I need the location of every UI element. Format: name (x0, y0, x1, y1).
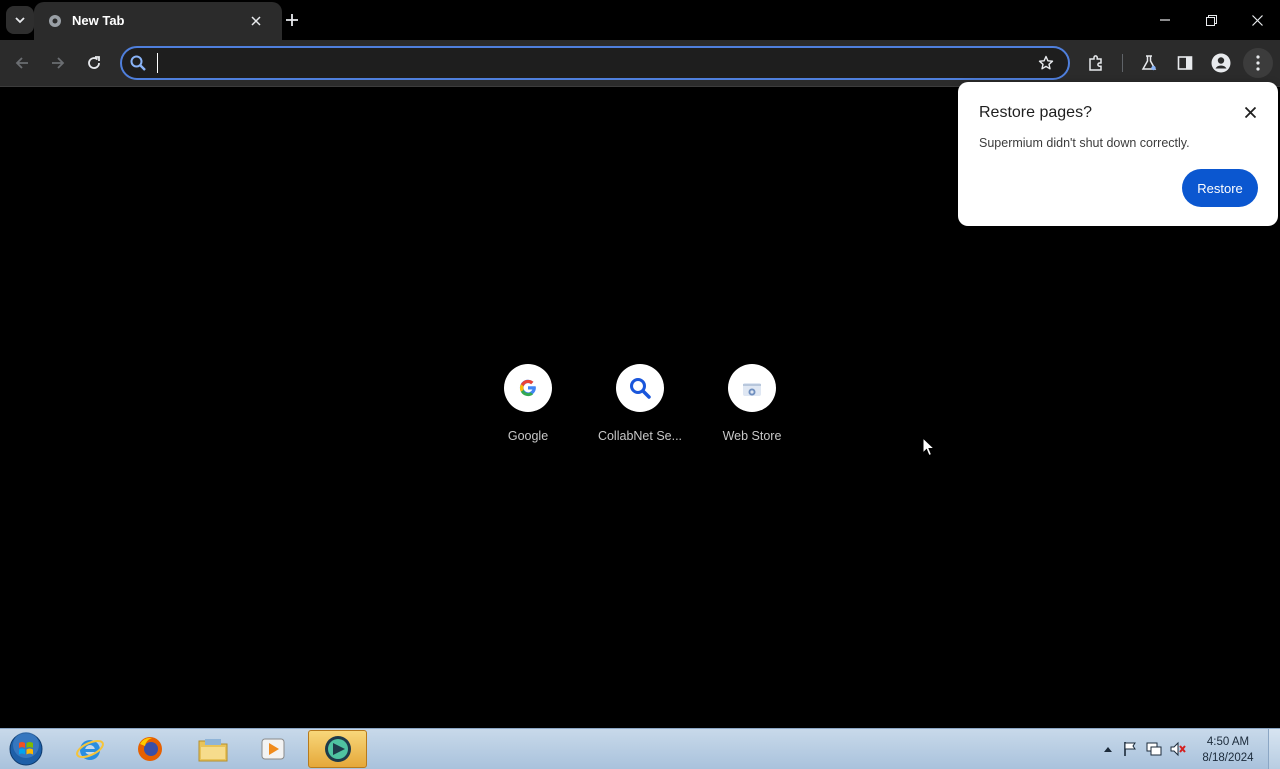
tray-action-center[interactable] (1122, 741, 1138, 757)
taskbar-internet-explorer[interactable] (62, 730, 118, 768)
windows-orb-icon (9, 732, 43, 766)
shortcut-tile (616, 364, 664, 412)
taskbar-media-player[interactable] (245, 730, 301, 768)
volume-muted-icon (1170, 741, 1186, 757)
tab-new-tab[interactable]: New Tab (34, 2, 282, 40)
shortcut-google[interactable]: Google (472, 364, 584, 443)
close-icon (1244, 106, 1256, 118)
reload-button[interactable] (79, 48, 109, 78)
globe-icon (49, 15, 61, 27)
address-bar[interactable] (120, 46, 1070, 80)
minimize-icon (1160, 19, 1170, 21)
google-icon (519, 379, 536, 397)
close-window-button[interactable] (1234, 5, 1280, 35)
arrow-right-icon (52, 57, 65, 69)
profile-button[interactable] (1206, 48, 1236, 78)
avatar-icon (1211, 53, 1231, 73)
flag-icon (1124, 742, 1136, 756)
taskbar-firefox[interactable] (122, 730, 178, 768)
restore-pages-dialog: Restore pages? Supermium didn't shut dow… (958, 82, 1278, 226)
new-tab-button[interactable] (281, 9, 303, 31)
plus-icon (286, 14, 298, 26)
start-button[interactable] (6, 731, 46, 767)
toolbar-separator (1122, 54, 1123, 72)
text-caret (157, 53, 158, 73)
clock-date: 8/18/2024 (1202, 752, 1254, 764)
mouse-pointer-icon (922, 437, 936, 457)
puzzle-icon (1089, 55, 1102, 71)
dialog-close-button[interactable] (1240, 102, 1260, 122)
address-input[interactable] (156, 51, 1020, 77)
tray-show-hidden-button[interactable] (1100, 741, 1116, 757)
shortcut-collabnet[interactable]: CollabNet Se... (584, 364, 696, 443)
tab-search-button[interactable] (6, 6, 34, 34)
tray-volume[interactable] (1170, 741, 1186, 757)
chevron-up-icon (1104, 747, 1112, 752)
forward-button[interactable] (43, 48, 73, 78)
search-icon (630, 378, 651, 399)
clock-time: 4:50 AM (1206, 736, 1250, 748)
media-player-icon (261, 738, 285, 760)
supermium-icon (324, 736, 351, 762)
taskbar: 4:50 AM 8/18/2024 (0, 728, 1280, 769)
tray-network[interactable] (1146, 741, 1162, 757)
firefox-icon (138, 737, 162, 761)
tab-title: New Tab (72, 13, 125, 28)
taskbar-clock[interactable]: 4:50 AM 8/18/2024 (1196, 734, 1260, 766)
tab-strip: New Tab (0, 0, 1280, 40)
show-desktop-button[interactable] (1268, 729, 1280, 769)
taskbar-file-explorer[interactable] (185, 730, 241, 768)
more-vertical-icon (1256, 55, 1260, 71)
tab-close-button[interactable] (246, 11, 266, 31)
taskbar-supermium[interactable] (308, 730, 367, 768)
flask-icon (1141, 55, 1157, 71)
shortcut-label: Google (507, 429, 549, 443)
close-icon (1251, 14, 1263, 26)
bookmark-button[interactable] (1034, 51, 1058, 75)
labs-button[interactable] (1134, 48, 1164, 78)
arrow-left-icon (15, 57, 28, 69)
shortcut-tile (728, 364, 776, 412)
back-button[interactable] (7, 48, 37, 78)
close-icon (251, 16, 261, 26)
restore-window-icon (1205, 14, 1217, 26)
web-store-icon (743, 383, 761, 396)
shortcut-label: CollabNet Se... (597, 429, 683, 443)
minimize-button[interactable] (1142, 5, 1188, 35)
chevron-down-icon (15, 17, 25, 24)
shortcut-web-store[interactable]: Web Store (696, 364, 808, 443)
side-panel-button[interactable] (1170, 48, 1200, 78)
browser-toolbar (0, 40, 1280, 87)
network-icon (1146, 742, 1162, 756)
search-icon (130, 55, 146, 71)
restore-button[interactable]: Restore (1182, 169, 1258, 207)
shortcut-label: Web Store (722, 429, 782, 443)
dialog-title: Restore pages? (979, 104, 1092, 121)
dialog-message: Supermium didn't shut down correctly. (979, 136, 1190, 150)
reload-icon (88, 56, 100, 69)
extensions-button[interactable] (1081, 48, 1111, 78)
side-panel-icon (1177, 56, 1193, 70)
file-explorer-icon (198, 739, 228, 762)
internet-explorer-icon (76, 739, 104, 760)
star-icon (1038, 55, 1054, 70)
shortcut-tile (504, 364, 552, 412)
restore-down-button[interactable] (1188, 5, 1234, 35)
menu-button[interactable] (1243, 48, 1273, 78)
